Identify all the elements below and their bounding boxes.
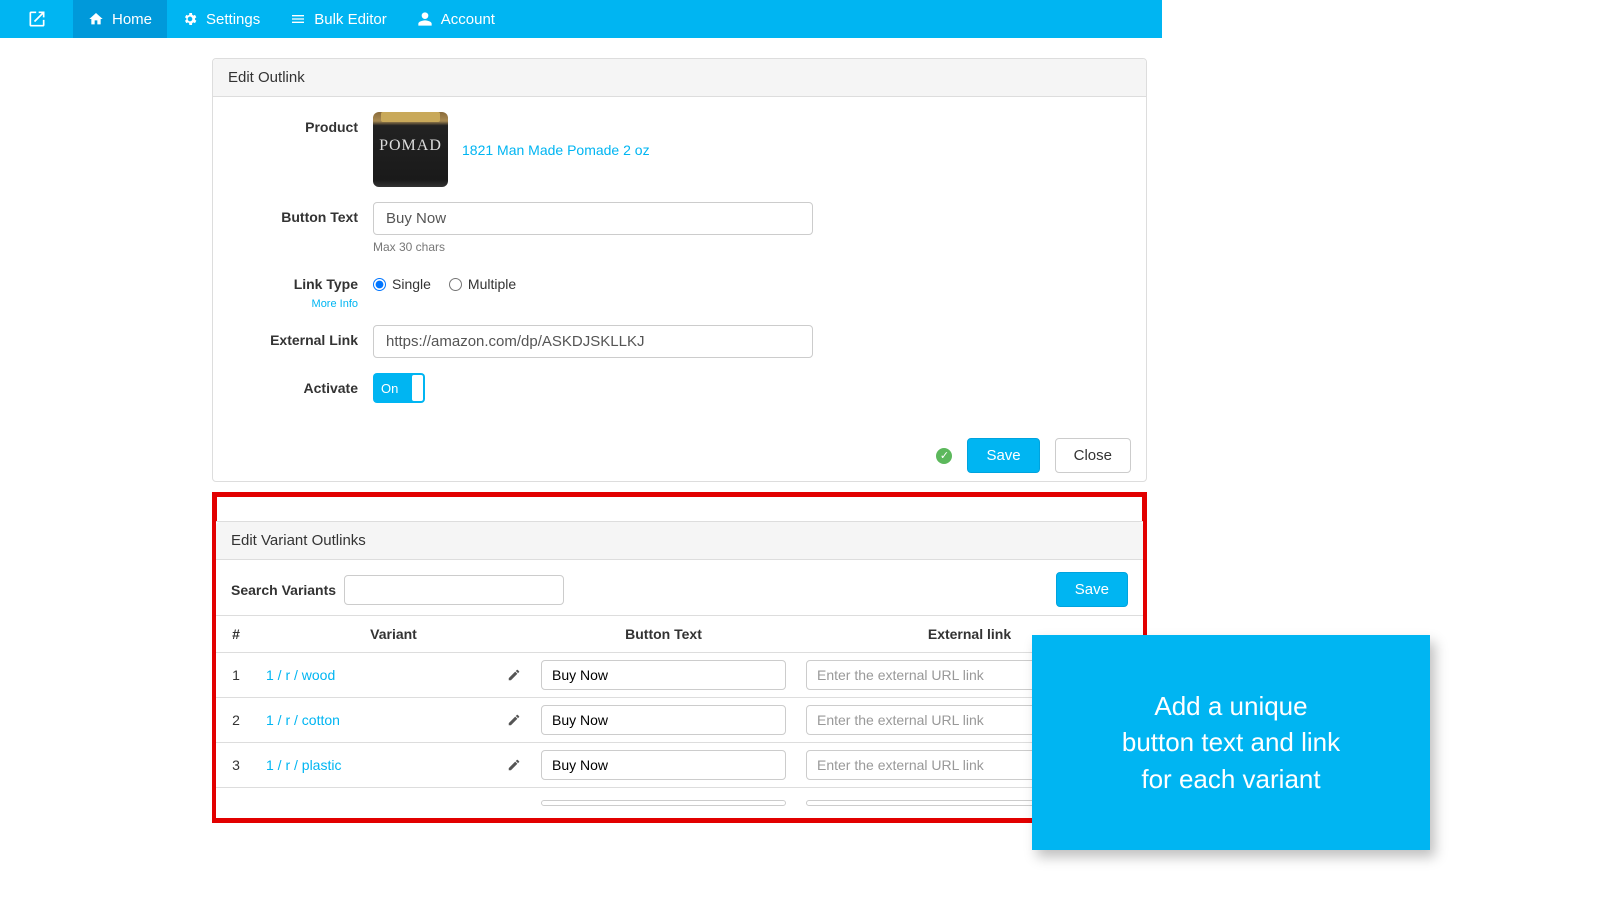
activate-toggle[interactable]: On	[373, 373, 425, 403]
panel-title: Edit Outlink	[213, 59, 1146, 97]
more-info-link[interactable]: More Info	[228, 298, 358, 310]
variant-link[interactable]: 1 / r / wood	[266, 667, 335, 683]
edit-icon[interactable]	[507, 758, 521, 772]
nav-home-label: Home	[112, 11, 152, 28]
nav-settings-label: Settings	[206, 11, 260, 28]
link-type-single[interactable]: Single	[373, 276, 431, 292]
external-link-label: External Link	[228, 325, 373, 348]
nav-settings[interactable]: Settings	[167, 0, 275, 38]
edit-outlink-panel: Edit Outlink Product 1821 Man Made Pomad…	[212, 58, 1147, 482]
row-button-text-input[interactable]	[541, 705, 786, 735]
link-type-label: Link Type	[228, 276, 358, 292]
col-variant-header: Variant	[256, 616, 531, 653]
link-type-multiple[interactable]: Multiple	[449, 276, 516, 292]
product-label: Product	[228, 112, 373, 135]
save-button[interactable]: Save	[967, 438, 1039, 473]
radio-single[interactable]	[373, 278, 386, 291]
row-button-text-input[interactable]	[541, 800, 786, 806]
external-link-icon	[27, 9, 47, 29]
close-button[interactable]: Close	[1055, 438, 1131, 473]
variant-panel-title: Edit Variant Outlinks	[216, 522, 1143, 560]
col-num-header: #	[216, 616, 256, 653]
top-navbar: Home Settings Bulk Editor Account	[0, 0, 1162, 38]
nav-home[interactable]: Home	[73, 0, 167, 38]
table-row: 3 1 / r / plastic	[216, 743, 1143, 788]
search-variants-input[interactable]	[344, 575, 564, 605]
gear-icon	[182, 11, 198, 27]
nav-bulk-editor-label: Bulk Editor	[314, 11, 387, 28]
table-row: 2 1 / r / cotton	[216, 698, 1143, 743]
nav-account[interactable]: Account	[402, 0, 510, 38]
row-button-text-input[interactable]	[541, 660, 786, 690]
table-row: 1 1 / r / wood	[216, 653, 1143, 698]
button-text-label: Button Text	[228, 202, 373, 225]
table-row	[216, 788, 1143, 819]
user-icon	[417, 11, 433, 27]
app-logo[interactable]	[0, 0, 73, 38]
button-text-help: Max 30 chars	[373, 240, 813, 254]
variant-table: # Variant Button Text External link 1 1 …	[216, 615, 1143, 818]
variant-save-button[interactable]: Save	[1056, 572, 1128, 607]
tooltip-callout: Add a unique button text and link for ea…	[1032, 635, 1430, 850]
nav-bulk-editor[interactable]: Bulk Editor	[275, 0, 402, 38]
search-variants-label: Search Variants	[231, 582, 336, 598]
activate-label: Activate	[228, 373, 373, 396]
nav-account-label: Account	[441, 11, 495, 28]
product-image	[373, 112, 448, 187]
variant-link[interactable]: 1 / r / cotton	[266, 712, 340, 728]
success-check-icon: ✓	[936, 448, 952, 464]
edit-icon[interactable]	[507, 668, 521, 682]
product-link[interactable]: 1821 Man Made Pomade 2 oz	[462, 142, 650, 158]
home-icon	[88, 11, 104, 27]
row-button-text-input[interactable]	[541, 750, 786, 780]
external-link-input[interactable]	[373, 325, 813, 358]
variant-link[interactable]: 1 / r / plastic	[266, 757, 341, 773]
list-icon	[290, 11, 306, 27]
button-text-input[interactable]	[373, 202, 813, 235]
col-button-text-header: Button Text	[531, 616, 796, 653]
edit-icon[interactable]	[507, 713, 521, 727]
radio-multiple[interactable]	[449, 278, 462, 291]
edit-variant-outlinks-panel: Edit Variant Outlinks Search Variants Sa…	[216, 521, 1143, 818]
